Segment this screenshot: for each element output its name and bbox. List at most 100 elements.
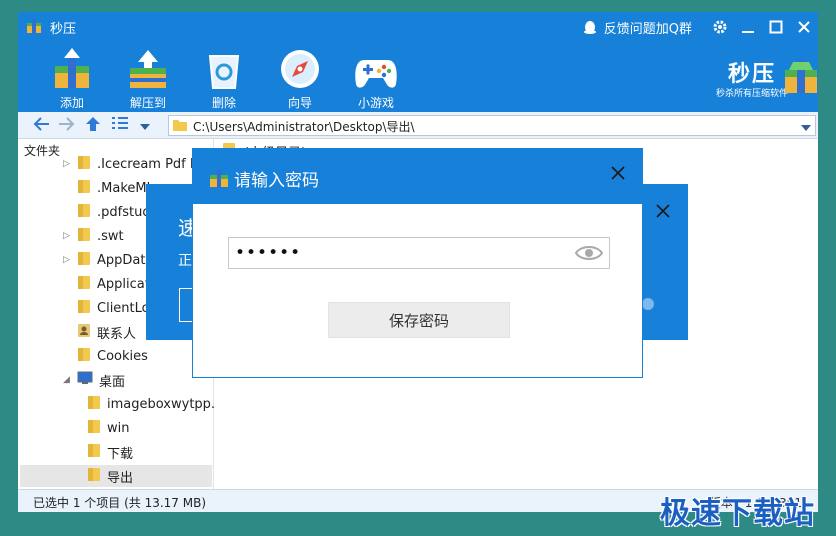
arrow-right-icon [59,117,75,131]
expand-arrow-icon[interactable]: ◢ [63,375,77,385]
tree-item[interactable]: .MakeMl [63,177,150,199]
tree-item[interactable]: .pdfstudi [63,201,154,223]
desktop-icon [77,371,93,389]
up-button[interactable] [85,116,101,136]
tree-item-label: 桌面 [99,374,126,390]
extract-label: 解压到 [129,96,166,110]
folder-icon [77,274,91,294]
password-dialog: 请输入密码 •••••• 保存密码 [192,148,643,378]
folder-icon [77,250,91,270]
status-text: 已选中 1 个项目 (共 13.17 MB) [33,496,207,510]
extract-icon [130,50,166,88]
progress-indicator [642,298,654,310]
arrow-up-icon [86,117,100,131]
tree-item[interactable]: 下载 [73,441,133,463]
chevron-down-icon [801,125,811,131]
folder-tree-header: 文件夹 [24,144,61,158]
tree-item-label: AppData [97,252,154,268]
tree-item-label: Applicati [97,276,154,292]
gamepad-icon [355,60,397,88]
close-icon [656,204,670,218]
address-dropdown-button[interactable] [801,121,811,136]
minimize-icon [742,31,754,33]
expand-arrow-icon[interactable]: ▷ [63,231,77,241]
chevron-down-icon [140,124,150,130]
tree-item[interactable]: ▷ .swt [63,225,124,247]
tree-item[interactable]: Cookies [63,345,148,367]
password-dialog-close-button[interactable] [611,166,625,184]
folder-icon [77,346,91,366]
game-button[interactable]: 小游戏 [340,44,412,111]
brand-name: 秒压 [727,62,776,87]
wizard-button[interactable]: 向导 [264,44,336,111]
back-button[interactable] [32,116,50,136]
progress-dialog-close-button[interactable] [656,204,670,222]
feedback-label: 反馈问题加Q群 [603,21,692,37]
password-dialog-title: 请输入密码 [234,171,319,191]
tree-item-label: win [107,420,130,436]
folder-icon [87,466,101,486]
game-label: 小游戏 [357,96,394,110]
tree-item[interactable]: 联系人 [63,321,136,343]
folder-icon [87,442,101,462]
brand: 秒压 秒杀所有压缩软件 [715,56,817,99]
toolbar: 添加 解压到 删除 向导 小游戏 秒压 秒杀所有压缩软件 [18,42,818,112]
address-bar[interactable]: C:\Users\Administrator\Desktop\导出\ [168,115,816,136]
save-password-button[interactable]: 保存密码 [328,302,510,338]
folder-icon [87,418,101,438]
tree-item-selected[interactable]: 导出 [20,465,212,487]
add-label: 添加 [59,96,84,110]
wizard-label: 向导 [287,96,312,110]
progress-dialog-subtitle: 正 [178,253,192,269]
trash-icon [208,55,240,89]
settings-button[interactable] [706,12,734,42]
expand-arrow-icon[interactable]: ▷ [63,159,77,169]
tree-item-label: 导出 [107,470,134,486]
add-button[interactable]: 添加 [36,44,108,111]
tree-item-label: 下载 [107,446,134,462]
folder-icon [77,178,91,198]
tree-item[interactable]: ◢ 桌面 [63,369,125,391]
tree-item[interactable]: ▷ .Icecream Pdf Ed [63,153,206,175]
forward-button[interactable] [58,116,76,136]
tree-item[interactable]: ▷ AppData [63,249,153,271]
password-dialog-titlebar: 请输入密码 [192,148,643,204]
extract-button[interactable]: 解压到 [112,44,184,111]
tree-item[interactable]: ClientLog [63,297,158,319]
maximize-button[interactable] [762,12,790,42]
tree-item-label: .swt [97,228,124,244]
folder-icon [77,202,91,222]
qq-icon [583,21,596,34]
tree-item[interactable]: Applicati [63,273,153,295]
folder-icon [77,154,91,174]
expand-arrow-icon[interactable]: ▷ [63,255,77,265]
tree-item-label: imageboxwytpp... [107,396,224,412]
close-button[interactable] [790,12,818,42]
delete-button[interactable]: 删除 [188,44,260,111]
eye-icon [574,246,604,260]
window-title: 秒压 [50,22,77,37]
brand-slogan: 秒杀所有压缩软件 [715,89,788,99]
close-icon [611,166,625,180]
compass-icon [281,50,319,88]
tree-item[interactable]: win [73,417,129,439]
arrow-left-icon [33,117,49,131]
show-password-button[interactable] [574,244,604,266]
folder-icon [172,118,188,136]
list-view-icon [112,117,128,129]
tree-item-label: 联系人 [97,326,137,342]
feedback-link[interactable]: 反馈问题加Q群 [582,18,692,37]
maximize-icon [769,20,783,34]
tree-item-label: .MakeMl [97,180,151,196]
view-dropdown-button[interactable] [140,120,150,135]
contacts-icon [77,322,91,342]
add-archive-icon [55,48,89,88]
watermark: 极速下载站 [660,496,815,531]
view-button[interactable] [111,116,129,136]
app-logo-icon [209,168,229,192]
password-input[interactable]: •••••• [228,237,610,269]
folder-icon [77,226,91,246]
password-dialog-body: •••••• 保存密码 [193,204,642,377]
minimize-button[interactable] [734,12,762,42]
tree-item[interactable]: imageboxwytpp... [73,393,223,415]
